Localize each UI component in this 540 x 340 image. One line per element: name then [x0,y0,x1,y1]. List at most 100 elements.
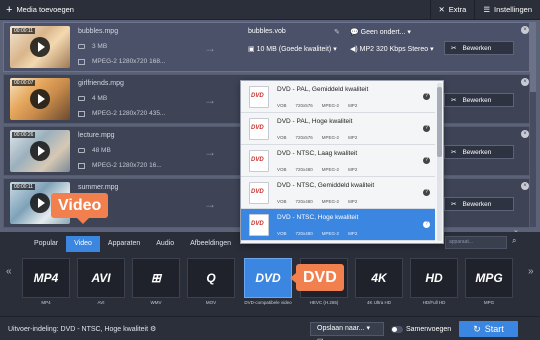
edit-label: Bewerken [462,200,492,208]
play-icon[interactable] [30,89,50,109]
edit-label: Bewerken [462,148,492,156]
disk-icon: ▣ [248,46,257,53]
edit-button[interactable]: ✂ Bewerken [444,41,514,55]
bottom-bar: Uitvoer-indeling: DVD - NTSC, Hoge kwali… [0,316,540,340]
output-file-name[interactable]: bubbles.vob [248,28,286,35]
spec: VOB [277,167,287,172]
scroll-left-icon[interactable]: « [6,266,12,277]
refresh-icon: ↻ [473,323,481,334]
file-row[interactable]: 00:00:11 bubbles.mpg 3 MB MPEG-2 1280x72… [3,22,530,72]
format-panel: Popular Video Apparaten Audio Afbeelding… [0,227,540,316]
tab-audio[interactable]: Audio [148,236,182,252]
spec: VOB [277,231,287,236]
toggle-icon[interactable] [391,325,403,333]
start-button[interactable]: ↻ Start [459,321,518,337]
edit-button[interactable]: ✂ Bewerken [444,93,514,107]
play-icon[interactable] [30,37,50,57]
scrollbar-thumb[interactable] [530,22,536,92]
menu-icon: ☰ [483,5,491,14]
scroll-right-icon[interactable]: » [528,266,534,277]
dvd-icon: DVD [249,86,269,108]
spec: MP2 [348,199,358,204]
add-media-label: Media toevoegen [16,5,74,14]
tab-video[interactable]: Video [66,236,100,252]
output-size-select[interactable]: ▣ 10 MB (Goede kwaliteit) ▾ [248,45,337,53]
preset-dropdown[interactable]: DVD DVD - PAL, Gemiddeld kwaliteit VOB 72… [240,80,444,244]
preset-name: DVD - PAL, Hoge kwaliteit [277,118,353,125]
collapse-icon[interactable]: ⌄ [513,226,519,234]
remove-file-icon[interactable]: × [521,130,529,138]
help-icon[interactable]: ? [423,189,430,196]
format-dvd[interactable]: DVD DVD-compatibele video [244,258,292,308]
merge-toggle[interactable]: Samenvoegen [391,322,453,336]
video-info-icon [78,110,85,117]
scrollbar-thumb[interactable] [437,87,442,157]
video-thumbnail[interactable]: 00:00:07 [10,78,70,120]
format-label: HEVC (H.265) [309,300,339,305]
dvd-icon: DVD [249,118,269,140]
gear-icon[interactable]: ⚙ [150,326,156,333]
help-icon[interactable]: ? [423,125,430,132]
top-bar: + Media toevoegen ✕ Extra ☰ Instellingen [0,0,540,20]
dropdown-scrollbar[interactable] [437,83,442,241]
help-icon[interactable]: ? [423,93,430,100]
format-label: MP4 [41,300,51,305]
spec: 720x480 [295,167,313,172]
format-label: 4K Ultra HD [366,300,391,305]
help-icon[interactable]: ? [423,221,430,228]
format-hd[interactable]: HD HD/Full HD [410,258,458,308]
format-avi[interactable]: AVI AVI [77,258,125,308]
preset-option[interactable]: DVD DVD - PAL, Gemiddeld kwaliteit VOB 72… [241,81,435,113]
preset-option[interactable]: DVD DVD - PAL, Hoge kwaliteit VOB 720x576… [241,113,435,145]
play-icon[interactable] [30,193,50,213]
preset-option-selected[interactable]: DVD DVD - NTSC, Hoge kwaliteit VOB 720x48… [241,209,435,241]
spec: MPEG-2 [321,231,340,236]
edit-button[interactable]: ✂ Bewerken [444,145,514,159]
remove-file-icon[interactable]: × [521,182,529,190]
device-detect-icon[interactable]: ⌕ [512,236,524,249]
video-thumbnail[interactable]: 00:00:11 [10,26,70,68]
spec: MP2 [348,231,358,236]
spec: VOB [277,103,287,108]
add-media-button[interactable]: + Media toevoegen [0,0,80,20]
format-search-input[interactable]: apparaat... [445,236,507,249]
audio-select[interactable]: ◀) MP2 320 Kbps Stereo ▾ [350,45,434,53]
help-icon[interactable]: ? [423,157,430,164]
save-to-button[interactable]: Opslaan naar... ▾ ▭ [310,322,384,340]
extra-button[interactable]: ✕ Extra [429,0,475,20]
edit-button[interactable]: ✂ Bewerken [444,197,514,211]
scissors-icon: ✂ [451,97,457,104]
format-wmv[interactable]: ⊞ WMV [132,258,180,308]
plus-icon: + [6,3,13,16]
remove-file-icon[interactable]: × [521,26,529,34]
dvd-icon: DVD [244,258,292,298]
format-mov[interactable]: Q MOV [187,258,235,308]
video-thumbnail[interactable]: 00:00:26 [10,130,70,172]
format-label: AVI [97,300,105,305]
duration-label: 00:00:11 [12,184,36,190]
spec: 720x480 [295,199,313,204]
remove-file-icon[interactable]: × [521,78,529,86]
format-mp4[interactable]: MP4 MP4 [22,258,70,308]
file-list-scrollbar[interactable] [530,22,536,227]
output-format-text: Uitvoer-indeling: DVD - NTSC, Hoge kwali… [8,326,149,333]
format-label: MOV [205,300,217,305]
play-icon[interactable] [30,141,50,161]
rename-icon[interactable]: ✎ [334,28,340,36]
subtitle-value: Geen ondert... [360,29,406,36]
scissors-icon: ✂ [451,45,457,52]
file-name: lecture.mpg [78,132,115,139]
file-meta: MPEG-2 1280x720 168... [92,58,166,65]
tab-popular[interactable]: Popular [26,236,66,252]
tab-devices[interactable]: Apparaten [100,236,148,252]
edit-label: Bewerken [462,44,492,52]
preset-option[interactable]: DVD DVD - NTSC, Laag kwaliteit VOB 720x48… [241,145,435,177]
output-format-label: Uitvoer-indeling: DVD - NTSC, Hoge kwali… [8,325,156,333]
settings-button[interactable]: ☰ Instellingen [474,0,540,20]
format-4k[interactable]: 4K 4K Ultra HD [355,258,403,308]
settings-label: Instellingen [494,5,532,14]
subtitle-select[interactable]: 💬 Geen ondert... ▾ [350,28,411,36]
format-mpg[interactable]: MPG MPG [465,258,513,308]
tab-images[interactable]: Afbeeldingen [182,236,239,252]
preset-option[interactable]: DVD DVD - NTSC, Gemiddeld kwaliteit VOB 7… [241,177,435,209]
